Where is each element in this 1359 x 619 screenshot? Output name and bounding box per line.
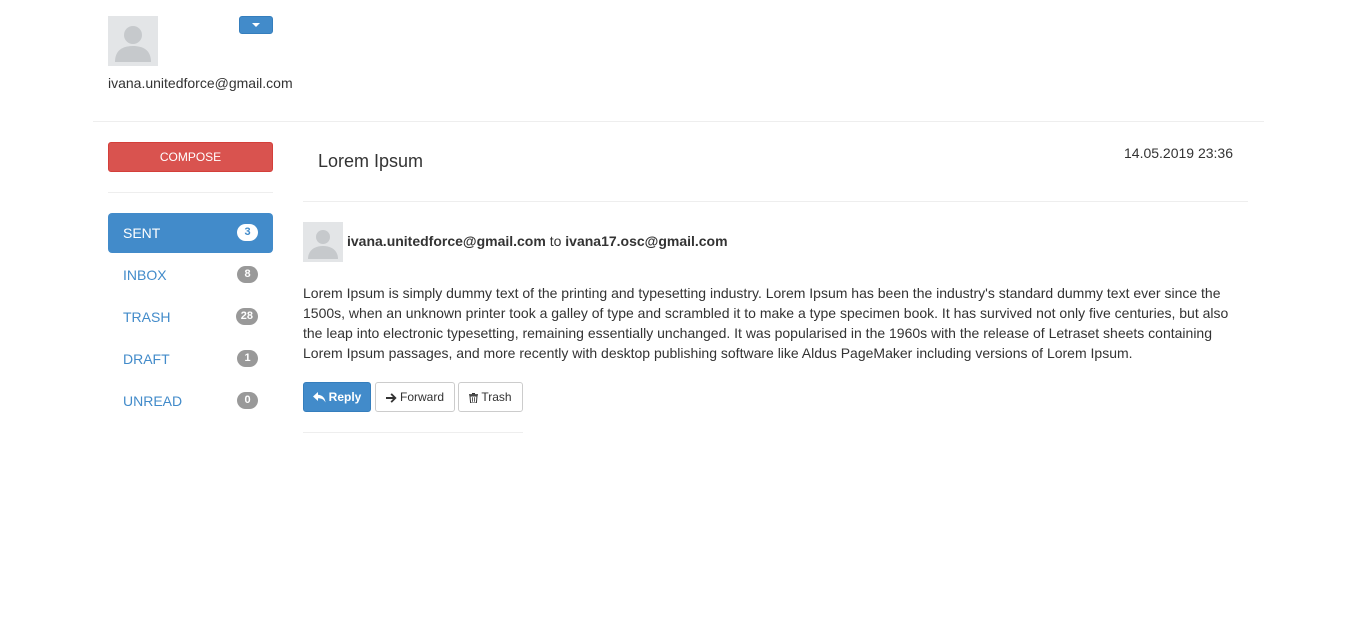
- sidebar-item-unread[interactable]: UNREAD 0: [108, 381, 273, 421]
- sidebar-divider: [108, 192, 273, 193]
- trash-icon: [469, 392, 479, 403]
- sender-email: ivana.unitedforce@gmail.com: [347, 233, 546, 249]
- message-participants: ivana.unitedforce@gmail.com to ivana17.o…: [347, 233, 728, 249]
- folder-label: DRAFT: [123, 351, 170, 367]
- actions-divider: [303, 432, 523, 433]
- to-word: to: [549, 233, 562, 249]
- user-email: ivana.unitedforce@gmail.com: [108, 75, 293, 91]
- folder-count-badge: 28: [235, 308, 258, 325]
- caret-down-icon: [252, 23, 260, 27]
- user-avatar: [108, 16, 158, 66]
- folder-label: UNREAD: [123, 393, 183, 409]
- reply-icon: [312, 392, 326, 403]
- folder-count-badge: 8: [237, 266, 258, 283]
- sidebar-item-inbox[interactable]: INBOX 8: [108, 255, 273, 295]
- forward-label: Forward: [399, 390, 444, 404]
- mail-page: ivana.unitedforce@gmail.com COMPOSE SENT…: [0, 0, 1359, 619]
- arrow-right-icon: [385, 393, 397, 403]
- reply-button[interactable]: Reply: [303, 382, 371, 412]
- compose-button[interactable]: COMPOSE: [108, 142, 273, 172]
- user-placeholder-icon: [115, 26, 151, 62]
- folder-count-badge: 1: [237, 350, 258, 367]
- sidebar-item-sent[interactable]: SENT 3: [108, 213, 273, 253]
- forward-button[interactable]: Forward: [375, 382, 455, 412]
- folder-label: TRASH: [123, 309, 171, 325]
- message-date: 14.05.2019 23:36: [1124, 145, 1233, 161]
- recipient-email: ivana17.osc@gmail.com: [565, 233, 728, 249]
- message-body: Lorem Ipsum is simply dummy text of the …: [303, 285, 1229, 361]
- sidebar-item-draft[interactable]: DRAFT 1: [108, 339, 273, 379]
- folder-list: SENT 3 INBOX 8 TRASH 28 DRAFT 1 UNREAD 0: [108, 213, 273, 423]
- message-divider: [303, 201, 1248, 202]
- header-divider: [93, 121, 1264, 122]
- folder-label: SENT: [123, 225, 161, 241]
- reply-label: Reply: [328, 390, 362, 404]
- trash-label: Trash: [481, 390, 512, 404]
- account-dropdown-button[interactable]: [239, 16, 273, 34]
- sidebar-item-trash[interactable]: TRASH 28: [108, 297, 273, 337]
- trash-button[interactable]: Trash: [458, 382, 523, 412]
- folder-count-badge: 0: [237, 392, 258, 409]
- user-placeholder-icon: [308, 230, 338, 259]
- sender-avatar: [303, 222, 343, 262]
- folder-label: INBOX: [123, 267, 167, 283]
- message-subject: Lorem Ipsum: [318, 151, 424, 171]
- folder-count-badge: 3: [237, 224, 258, 241]
